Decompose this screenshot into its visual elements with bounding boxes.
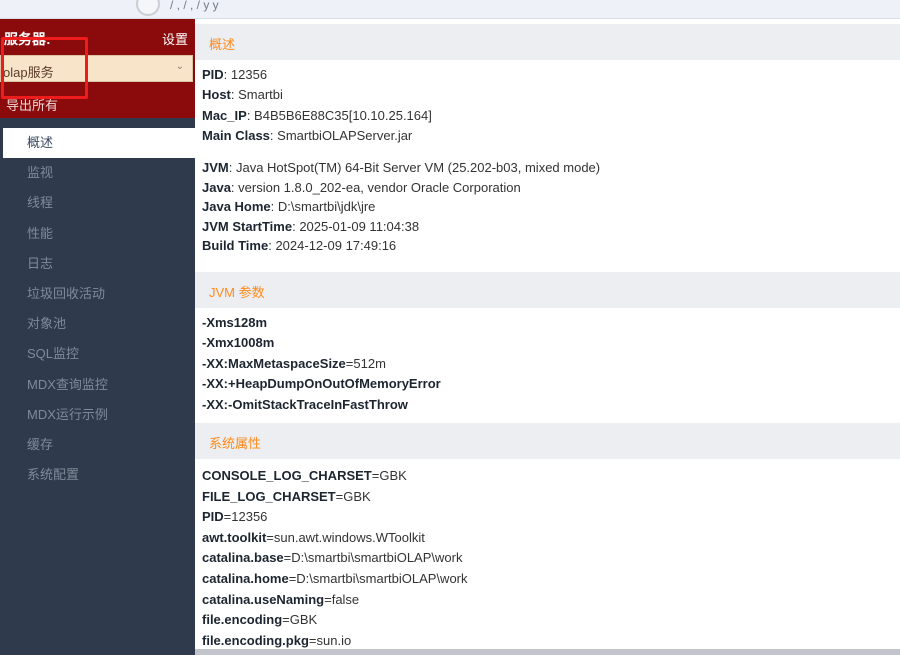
sidebar-item-mdx-query-monitor[interactable]: MDX查询监控 [0, 370, 195, 400]
info-row: PID: 12356 [202, 67, 268, 82]
section-header-jvm-params: JVM 参数 [195, 272, 900, 308]
settings-link[interactable]: 设置 [162, 29, 188, 48]
system-prop: catalina.useNaming=false [202, 591, 360, 607]
section-title: 系统属性 [209, 436, 262, 451]
jvm-arg: -XX:-OmitStackTraceInFastThrow [202, 396, 408, 412]
system-prop: FILE_LOG_CHARSET=GBK [202, 488, 371, 504]
site-info-icon[interactable] [136, 0, 160, 16]
horizontal-scrollbar[interactable] [195, 649, 900, 655]
jvm-args-list: -Xms128m -Xmx1008m -XX:MaxMetaspaceSize=… [202, 313, 892, 415]
jvm-arg: -XX:MaxMetaspaceSize=512m [202, 355, 386, 371]
info-row: Host: Smartbi [202, 87, 283, 103]
info-row: JVM: Java HotSpot(TM) 64-Bit Server VM (… [202, 160, 601, 175]
sidebar-item-threads[interactable]: 线程 [0, 188, 195, 218]
sidebar-item-logs[interactable]: 日志 [0, 249, 195, 279]
sidebar-item-cache[interactable]: 缓存 [0, 430, 195, 460]
section-title: 概述 [209, 37, 236, 52]
info-row: Java: version 1.8.0_202-ea, vendor Oracl… [202, 179, 521, 195]
info-row: JVM StartTime: 2025-01-09 11:04:38 [202, 218, 420, 234]
sidebar-item-performance[interactable]: 性能 [0, 219, 195, 249]
main-content: 概述 PID: 12356 Host: Smartbi Mac_IP: B4B5… [195, 19, 900, 655]
system-prop: CONSOLE_LOG_CHARSET=GBK [202, 468, 407, 483]
section-header-system-props: 系统属性 [195, 423, 900, 459]
sidebar: 服务器: 设置 olap服务 ⌄ 导出所有 概述 监视 线程 性能 日志 垃圾回… [0, 19, 195, 655]
system-prop: awt.toolkit=sun.awt.windows.WToolkit [202, 529, 425, 545]
chevron-down-icon: ⌄ [175, 61, 184, 72]
sidebar-item-system-config[interactable]: 系统配置 [0, 460, 195, 490]
sidebar-header: 服务器: 设置 olap服务 ⌄ 导出所有 [0, 19, 195, 118]
sidebar-item-mdx-run-examples[interactable]: MDX运行示例 [0, 400, 195, 430]
section-title: JVM 参数 [209, 285, 265, 300]
jvm-arg: -XX:+HeapDumpOnOutOfMemoryError [202, 376, 441, 392]
system-props-list: CONSOLE_LOG_CHARSET=GBK FILE_LOG_CHARSET… [202, 466, 892, 651]
jvm-arg: -Xms128m [202, 315, 268, 330]
sidebar-item-object-pool[interactable]: 对象池 [0, 309, 195, 339]
info-row: Java Home: D:\smartbi\jdk\jre [202, 199, 376, 214]
sidebar-item-gc-activity[interactable]: 垃圾回收活动 [0, 279, 195, 309]
annotation-highlight-box [1, 37, 88, 99]
info-row: Build Time: 2024-12-09 17:49:16 [202, 238, 397, 253]
address-fragment: / , / , / y y [170, 0, 219, 12]
jvm-arg: -Xmx1008m [202, 335, 275, 351]
system-prop: PID=12356 [202, 509, 268, 525]
system-prop: catalina.base=D:\smartbi\smartbiOLAP\wor… [202, 550, 463, 566]
browser-address-strip: / , / , / y y [0, 0, 900, 19]
system-prop: catalina.home=D:\smartbi\smartbiOLAP\wor… [202, 570, 468, 586]
info-row: Main Class: SmartbiOLAPServer.jar [202, 128, 413, 144]
overview-jvm-info: JVM: Java HotSpot(TM) 64-Bit Server VM (… [202, 158, 892, 256]
sidebar-item-sql-monitor[interactable]: SQL监控 [0, 339, 195, 369]
section-header-overview: 概述 [195, 24, 900, 60]
sidebar-nav: 概述 监视 线程 性能 日志 垃圾回收活动 对象池 SQL监控 MDX查询监控 … [0, 128, 195, 490]
sidebar-item-monitor[interactable]: 监视 [0, 158, 195, 188]
sidebar-item-overview[interactable]: 概述 [3, 128, 195, 159]
system-prop: file.encoding=GBK [202, 612, 318, 628]
overview-basic-info: PID: 12356 Host: Smartbi Mac_IP: B4B5B6E… [202, 65, 892, 147]
info-row: Mac_IP: B4B5B6E88C35[10.10.25.164] [202, 107, 432, 123]
